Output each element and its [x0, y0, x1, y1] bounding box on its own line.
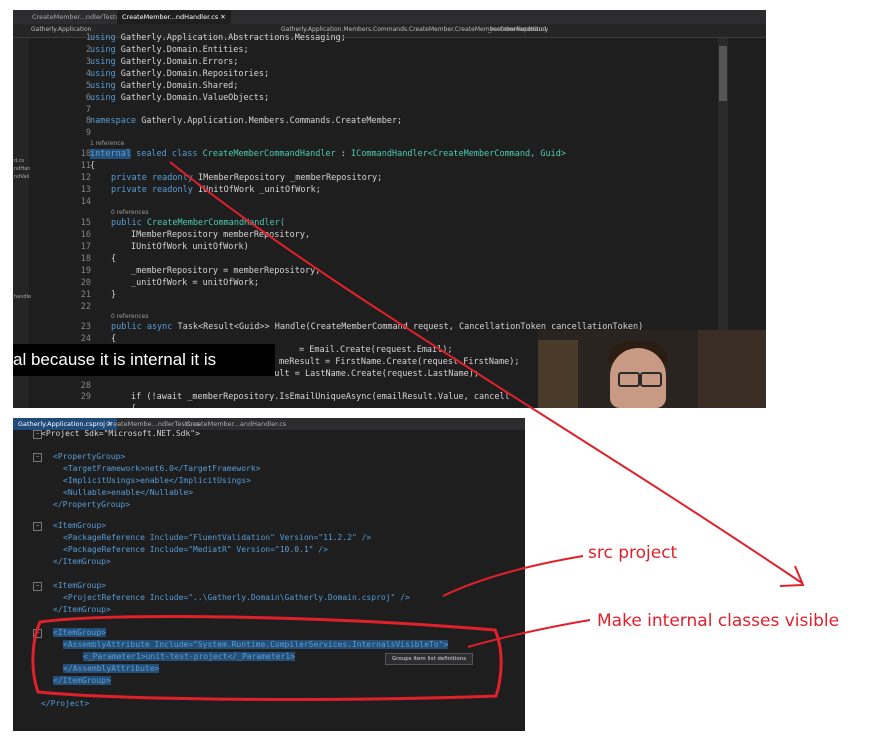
arrow-src-project	[442, 555, 584, 597]
make-visible-note: Make internal classes visible	[597, 611, 839, 631]
arrow-make-visible	[467, 619, 591, 648]
src-project-note: src project	[588, 543, 678, 563]
highlight-circle	[31, 614, 503, 701]
arrow-internal-to-right-line	[169, 161, 803, 584]
annotation-layer: src project Make internal classes visibl…	[31, 161, 839, 701]
